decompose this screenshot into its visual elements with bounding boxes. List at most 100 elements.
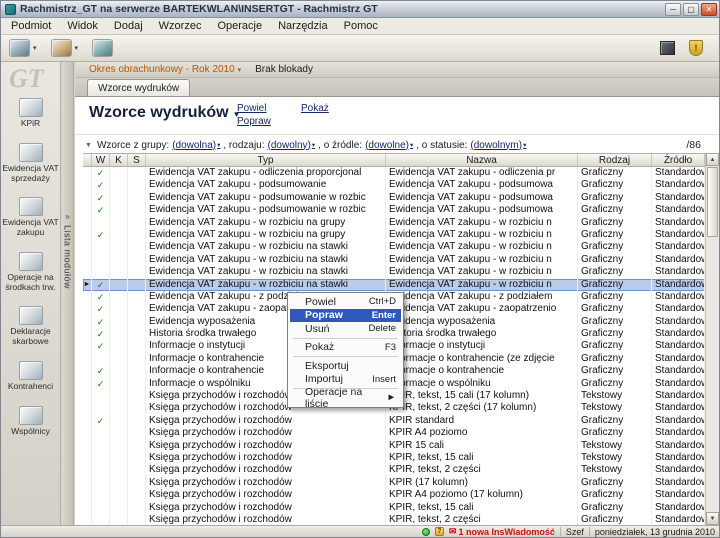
- s-cell: [128, 179, 146, 191]
- maximize-button[interactable]: ▢: [683, 3, 699, 16]
- table-row[interactable]: Ewidencja VAT zakupu - w rozbiciu na sta…: [83, 266, 705, 278]
- column-header-s[interactable]: S: [128, 154, 146, 166]
- context-menu-item[interactable]: Operacje na liście►: [290, 391, 401, 405]
- menubar-item-podmiot[interactable]: Podmiot: [3, 19, 59, 33]
- tab-wzorce-wydrukow[interactable]: Wzorce wydruków: [87, 79, 190, 96]
- table-row[interactable]: Księga przychodów i rozchodówKPIR, tekst…: [83, 514, 705, 525]
- context-menu-item[interactable]: PokażF3: [290, 341, 401, 355]
- table-row[interactable]: ►✓Ewidencja VAT zakupu - w rozbiciu na s…: [83, 279, 705, 291]
- context-menu-item[interactable]: PoprawEnter: [290, 309, 401, 323]
- column-header-w[interactable]: W: [92, 154, 110, 166]
- fixed-assets-icon: [19, 252, 43, 271]
- close-button[interactable]: ✕: [701, 3, 717, 16]
- filter-rodzaj-dropdown[interactable]: (dowolny)▾: [268, 140, 316, 151]
- sidebar-item-ewidencja-vat-zakupu[interactable]: Ewidencja VAT zakupu: [1, 197, 60, 238]
- sidebar-item-kpir[interactable]: KPiR: [1, 98, 60, 129]
- scroll-thumb[interactable]: [707, 167, 718, 237]
- chevron-down-icon: ▾: [217, 141, 220, 149]
- table-row[interactable]: ✓Ewidencja VAT zakupu - podsumowanieEwid…: [83, 179, 705, 191]
- row-indicator: [83, 390, 92, 402]
- column-header-typ[interactable]: Typ: [146, 154, 386, 166]
- row-indicator: [83, 217, 92, 229]
- column-header-k[interactable]: K: [110, 154, 128, 166]
- vertical-scrollbar[interactable]: ▲ ▼: [705, 153, 719, 525]
- rodzaj-cell: Graficzny: [578, 241, 652, 253]
- menubar-item-narzędzia[interactable]: Narzędzia: [270, 19, 336, 33]
- nazwa-cell: KPIR, tekst, 15 cali: [386, 452, 578, 464]
- pokaz-link[interactable]: Pokaż: [301, 103, 329, 114]
- sidebar-item-wspolnicy[interactable]: Wspólnicy: [1, 406, 60, 437]
- print-tool[interactable]: [92, 39, 113, 57]
- tab-strip: Wzorce wydruków: [75, 78, 719, 97]
- shield-icon[interactable]: !: [689, 40, 703, 56]
- insmail-message[interactable]: ✉ 1 nowa InsWiadomość: [449, 526, 555, 537]
- context-menu-item[interactable]: UsuńDelete: [290, 322, 401, 336]
- sidebar-item-ewidencja-vat-sprzedazy[interactable]: Ewidencja VAT sprzedaży: [1, 143, 60, 184]
- table-row[interactable]: Księga przychodów i rozchodówKPIR A4 poz…: [83, 489, 705, 501]
- menubar-item-pomoc[interactable]: Pomoc: [336, 19, 386, 33]
- minimize-button[interactable]: ─: [665, 3, 681, 16]
- menubar-item-wzorzec[interactable]: Wzorzec: [151, 19, 210, 33]
- context-menu-item[interactable]: ImportujInsert: [290, 373, 401, 387]
- filter-status-dropdown[interactable]: (dowolnym)▾: [470, 140, 526, 151]
- context-menu-item-label: Operacje na liście: [305, 386, 379, 410]
- cube-icon[interactable]: [660, 41, 675, 55]
- k-cell: [110, 217, 128, 229]
- row-indicator: [83, 514, 92, 525]
- table-row[interactable]: ✓Ewidencja VAT zakupu - odliczenia propo…: [83, 167, 705, 179]
- column-header-nazwa[interactable]: Nazwa: [386, 154, 578, 166]
- table-row[interactable]: Księga przychodów i rozchodówKPIR 15 cal…: [83, 440, 705, 452]
- scroll-up-arrow[interactable]: ▲: [706, 153, 719, 166]
- page-header: Wzorce wydruków ▼ Powiel Popraw Pokaż: [75, 97, 719, 135]
- check-icon: ✓: [92, 204, 110, 216]
- table-row[interactable]: ✓Ewidencja VAT zakupu - podsumowanie w r…: [83, 204, 705, 216]
- column-header-rodzaj[interactable]: Rodzaj: [578, 154, 652, 166]
- scroll-down-arrow[interactable]: ▼: [706, 512, 719, 525]
- context-menu-item[interactable]: Eksportuj: [290, 359, 401, 373]
- table-row[interactable]: ✓Księga przychodów i rozchodówKPIR stand…: [83, 415, 705, 427]
- menu-bar: PodmiotWidokDodajWzorzecOperacjeNarzędzi…: [1, 18, 719, 35]
- popraw-link[interactable]: Popraw: [237, 116, 271, 127]
- rodzaj-cell: Graficzny: [578, 204, 652, 216]
- table-row[interactable]: Księga przychodów i rozchodówKPIR, tekst…: [83, 452, 705, 464]
- rodzaj-cell: Graficzny: [578, 316, 652, 328]
- check-icon: ✓: [92, 291, 110, 303]
- powiel-link[interactable]: Powiel: [237, 103, 266, 114]
- menubar-item-operacje[interactable]: Operacje: [209, 19, 270, 33]
- filter-zrodlo-dropdown[interactable]: (dowolne)▾: [365, 140, 413, 151]
- chevron-down-icon: ▾: [523, 141, 526, 149]
- sidebar-item-deklaracje-skarbowe[interactable]: Deklaracje skarbowe: [1, 306, 60, 347]
- table-row[interactable]: Księga przychodów i rozchodówKPIR A4 poz…: [83, 427, 705, 439]
- sidebar-item-kontrahenci[interactable]: Kontrahenci: [1, 361, 60, 392]
- table-row[interactable]: Księga przychodów i rozchodówKPIR, tekst…: [83, 502, 705, 514]
- context-menu-item[interactable]: PowielCtrl+D: [290, 295, 401, 309]
- page-title-text: Wzorce wydruków: [89, 104, 229, 122]
- rodzaj-cell: Graficzny: [578, 514, 652, 525]
- module-list-strip[interactable]: » Lista modułów: [62, 62, 74, 525]
- k-cell: [110, 167, 128, 179]
- zrodlo-cell: Standardowy: [652, 452, 705, 464]
- menubar-item-widok[interactable]: Widok: [59, 19, 106, 33]
- table-row[interactable]: Ewidencja VAT zakupu - w rozbiciu na sta…: [83, 241, 705, 253]
- add-tool[interactable]: ▾: [51, 39, 79, 57]
- table-row[interactable]: Księga przychodów i rozchodówKPIR, tekst…: [83, 464, 705, 476]
- column-header-źródło[interactable]: Źródło: [652, 154, 705, 166]
- table-row[interactable]: ✓Ewidencja VAT zakupu - podsumowanie w r…: [83, 192, 705, 204]
- sidebar-item-operacje-na-srodkach-trw[interactable]: Operacje na środkach trw.: [1, 252, 60, 293]
- table-row[interactable]: ✓Ewidencja VAT zakupu - w rozbiciu na gr…: [83, 229, 705, 241]
- table-row[interactable]: Ewidencja VAT zakupu - w rozbiciu na gru…: [83, 217, 705, 229]
- table-header[interactable]: WKSTypNazwaRodzajŹródło: [83, 153, 705, 167]
- table-row[interactable]: Księga przychodów i rozchodówKPIR (17 ko…: [83, 477, 705, 489]
- table-row[interactable]: Ewidencja VAT zakupu - w rozbiciu na sta…: [83, 254, 705, 266]
- nazwa-cell: Ewidencja VAT zakupu - w rozbiciu n: [386, 241, 578, 253]
- filter-group-dropdown[interactable]: (dowolna)▾: [172, 140, 220, 151]
- w-cell: [92, 402, 110, 414]
- period-selector[interactable]: Okres obrachunkowy - Rok 2010 ▾: [89, 64, 241, 75]
- status-help-icon[interactable]: ?: [435, 527, 444, 536]
- menubar-item-dodaj[interactable]: Dodaj: [106, 19, 151, 33]
- title-bar[interactable]: Rachmistrz_GT na serwerze BARTEKWLAN\INS…: [1, 1, 719, 18]
- page-title[interactable]: Wzorce wydruków ▼: [89, 104, 241, 122]
- subject-tool[interactable]: ▾: [9, 39, 37, 57]
- status-green-icon[interactable]: [422, 528, 430, 536]
- typ-cell: Ewidencja VAT zakupu - podsumowanie w ro…: [146, 192, 386, 204]
